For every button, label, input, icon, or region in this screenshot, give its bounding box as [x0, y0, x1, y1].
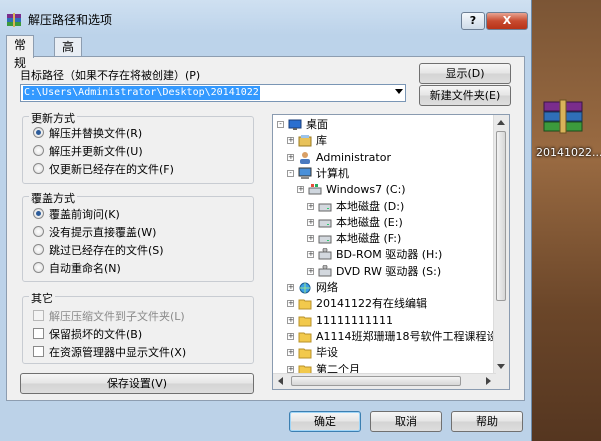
- tree-item-label: DVD RW 驱动器 (S:): [336, 264, 442, 278]
- close-button[interactable]: X: [486, 12, 528, 30]
- drive-icon: [318, 216, 332, 229]
- scroll-up-icon[interactable]: [497, 120, 505, 125]
- cancel-button[interactable]: 取消: [370, 411, 442, 432]
- tree-item-label: 桌面: [306, 118, 328, 131]
- network-icon: [298, 281, 312, 294]
- expand-icon[interactable]: +: [307, 202, 314, 210]
- tab-advanced[interactable]: 高级: [54, 37, 83, 72]
- scroll-corner: [494, 374, 509, 389]
- desktop-icon: [288, 118, 302, 131]
- other-title: 其它: [29, 290, 55, 306]
- tab-general[interactable]: 常规: [6, 35, 35, 70]
- tree-item-label: 20141122有在线编辑: [316, 297, 427, 311]
- update-mode-group: 更新方式 解压并替换文件(R) 解压并更新文件(U) 仅更新已经存在的文件(F): [22, 110, 254, 184]
- tree-item-label: 11111111111: [316, 313, 393, 327]
- new-folder-button[interactable]: 新建文件夹(E): [419, 85, 511, 106]
- folder-tree[interactable]: - 桌面 + 库 + Administrator - 计算机 + Windows7 (C:) + 本地…: [272, 114, 510, 390]
- winrar-app-icon: [6, 12, 22, 28]
- tree-item-label: 本地磁盘 (E:): [336, 215, 403, 229]
- radio-icon[interactable]: [33, 145, 44, 156]
- save-settings-button[interactable]: 保存设置(V): [20, 373, 254, 394]
- folder-icon: [298, 330, 312, 343]
- dropdown-arrow-icon[interactable]: [395, 89, 403, 94]
- folder-icon: [298, 314, 312, 327]
- library-icon: [298, 134, 312, 147]
- radio-icon[interactable]: [33, 244, 44, 255]
- scroll-down-icon[interactable]: [497, 364, 505, 369]
- winrar-archive-icon[interactable]: [540, 96, 586, 136]
- window-title: 解压路径和选项: [28, 13, 113, 27]
- display-button[interactable]: 显示(D): [419, 63, 511, 84]
- tree-vertical-scrollbar[interactable]: [493, 115, 509, 374]
- tree-item-label: Administrator: [316, 150, 391, 164]
- desktop-icon-label: 20141022...: [536, 146, 601, 159]
- radio-icon[interactable]: [33, 163, 44, 174]
- desktop-background: [532, 0, 601, 441]
- path-value[interactable]: C:\Users\Administrator\Desktop\20141022: [23, 86, 260, 100]
- windows-drive-icon: [308, 183, 322, 196]
- tree-item-label: 网络: [316, 281, 338, 294]
- tree-item-label: 毕设: [316, 346, 338, 360]
- expand-icon[interactable]: +: [307, 235, 314, 243]
- tree-item-label: 计算机: [316, 166, 349, 180]
- tree-item-label: 库: [316, 134, 327, 148]
- expand-icon[interactable]: +: [287, 153, 294, 161]
- expand-icon[interactable]: +: [287, 316, 294, 324]
- expand-icon[interactable]: +: [287, 300, 294, 308]
- expand-icon[interactable]: +: [307, 267, 314, 275]
- tree-horizontal-scrollbar[interactable]: [273, 373, 496, 389]
- tree-item-label: 本地磁盘 (F:): [336, 232, 402, 246]
- expand-icon[interactable]: +: [297, 186, 304, 194]
- extract-dialog: 解压路径和选项 ? X 常规 高级 目标路径（如果不存在将被创建）(P) C:\…: [0, 0, 532, 441]
- checkbox-icon[interactable]: [33, 310, 44, 321]
- update-mode-title: 更新方式: [29, 110, 77, 126]
- expand-icon[interactable]: +: [307, 251, 314, 259]
- overwrite-mode-title: 覆盖方式: [29, 190, 77, 206]
- checkbox-icon[interactable]: [33, 346, 44, 357]
- path-label: 目标路径（如果不存在将被创建）(P): [20, 69, 201, 82]
- other-group: 其它 解压压缩文件到子文件夹(L) 保留损坏的文件(B) 在资源管理器中显示文件…: [22, 290, 254, 364]
- optical-drive-icon: [318, 247, 332, 261]
- collapse-icon[interactable]: -: [277, 121, 284, 128]
- expand-icon[interactable]: +: [287, 349, 294, 357]
- overwrite-mode-group: 覆盖方式 覆盖前询问(K) 没有提示直接覆盖(W) 跳过已经存在的文件(S) 自…: [22, 190, 254, 282]
- ok-button[interactable]: 确定: [289, 411, 361, 432]
- radio-icon[interactable]: [33, 127, 44, 138]
- expand-icon[interactable]: +: [287, 284, 294, 291]
- scroll-right-icon[interactable]: [486, 377, 491, 385]
- title-bar[interactable]: 解压路径和选项 ? X: [0, 0, 532, 32]
- folder-icon: [298, 297, 312, 310]
- scroll-thumb[interactable]: [291, 376, 461, 386]
- scroll-thumb[interactable]: [496, 131, 506, 301]
- radio-icon[interactable]: [33, 226, 44, 237]
- computer-icon: [298, 167, 312, 180]
- tree-item-label: Windows7 (C:): [326, 183, 406, 197]
- tree-item-label: BD-ROM 驱动器 (H:): [336, 248, 443, 262]
- help-button[interactable]: 帮助: [451, 411, 523, 432]
- expand-icon[interactable]: +: [287, 137, 294, 145]
- title-help-button[interactable]: ?: [461, 12, 485, 30]
- user-icon: [298, 151, 312, 164]
- optical-drive-icon: [318, 264, 332, 278]
- collapse-icon[interactable]: -: [287, 169, 294, 177]
- expand-icon[interactable]: +: [287, 332, 294, 340]
- scroll-left-icon[interactable]: [278, 377, 283, 385]
- radio-icon[interactable]: [33, 208, 44, 219]
- tree-item-label: 本地磁盘 (D:): [336, 199, 405, 213]
- tree-item-label: A1114班郑珊珊18号软件工程课程设: [316, 329, 498, 343]
- expand-icon[interactable]: +: [287, 365, 294, 373]
- expand-icon[interactable]: +: [307, 218, 314, 226]
- radio-icon[interactable]: [33, 262, 44, 273]
- drive-icon: [318, 200, 332, 213]
- drive-icon: [318, 232, 332, 245]
- checkbox-icon[interactable]: [33, 328, 44, 339]
- path-combobox[interactable]: C:\Users\Administrator\Desktop\20141022: [20, 84, 406, 102]
- folder-icon: [298, 346, 312, 359]
